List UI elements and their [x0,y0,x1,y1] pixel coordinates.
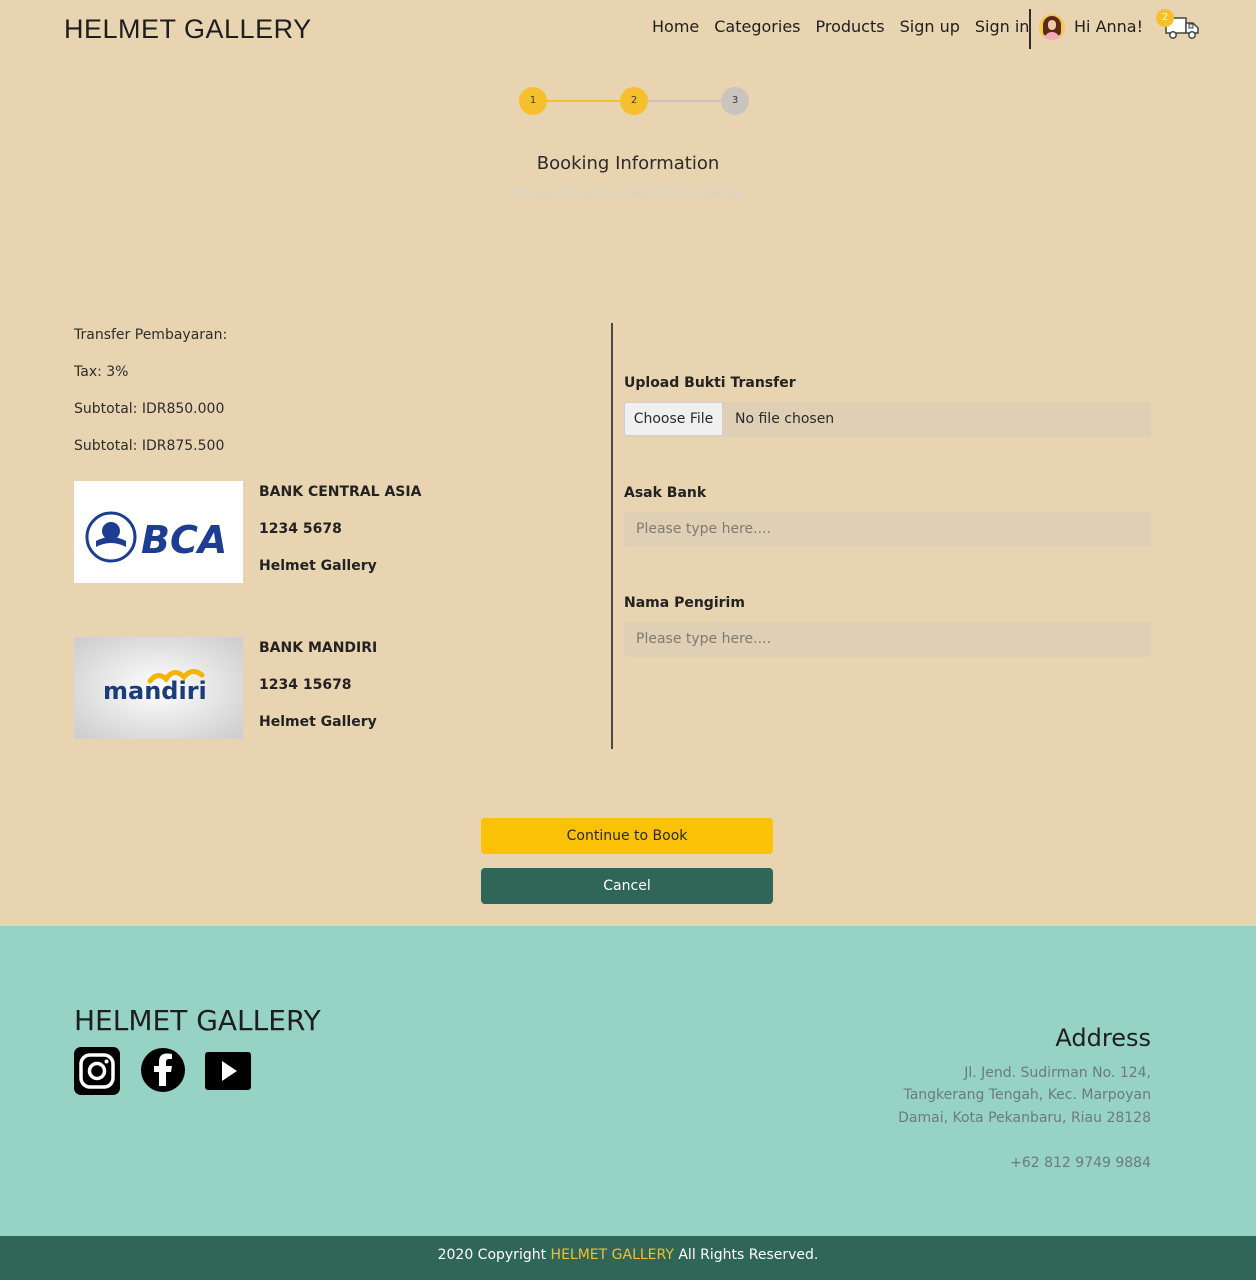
sender-label: Nama Pengirim [624,595,745,611]
copyright-prefix: 2020 Copyright [437,1247,547,1263]
facebook-icon[interactable] [139,1046,187,1094]
footer-brand: HELMET GALLERY [74,1004,321,1037]
subtotal-text: Subtotal: IDR850.000 [74,401,225,417]
tax-text: Tax: 3% [74,364,129,380]
site-brand[interactable]: HELMET GALLERY [64,14,312,45]
step-connector-todo [648,100,722,102]
address-line-2: Tangkerang Tengah, Kec. Marpoyan [903,1087,1151,1103]
nav-home[interactable]: Home [652,17,699,36]
address-line-1: Jl. Jend. Sudirman No. 124, [964,1065,1151,1081]
bank-label: Asak Bank [624,485,707,501]
continue-button[interactable]: Continue to Book [481,818,773,854]
transfer-label: Transfer Pembayaran: [74,327,228,343]
youtube-icon[interactable] [204,1051,252,1091]
step-connector-done [547,100,621,102]
mandiri-account-holder: Helmet Gallery [259,714,377,730]
total-text: Subtotal: IDR875.500 [74,438,225,454]
nav-sign-in[interactable]: Sign in [975,17,1030,36]
address-title: Address [1055,1024,1151,1052]
svg-text:mandiri: mandiri [103,677,207,705]
nav-categories[interactable]: Categories [714,17,800,36]
bank-input[interactable]: Please type here.... [624,512,1151,547]
instagram-icon[interactable] [73,1046,121,1096]
page: HELMET GALLERY Home Categories Products … [0,0,1256,1280]
svg-text:BCA: BCA [141,518,227,562]
cancel-button[interactable]: Cancel [481,868,773,904]
phone-number: +62 812 9749 9884 [1010,1155,1151,1171]
copyright-brand-link[interactable]: HELMET GALLERY [551,1247,674,1263]
bca-bank-name: BANK CENTRAL ASIA [259,484,422,500]
upload-label: Upload Bukti Transfer [624,375,796,391]
mandiri-account-number: 1234 15678 [259,677,352,693]
bca-logo: BCA [74,481,243,583]
user-greeting[interactable]: Hi Anna! [1074,17,1143,36]
nav-divider [1029,9,1031,49]
mandiri-logo: mandiri [74,637,243,739]
cart-count-badge: 2 [1156,9,1174,27]
column-divider [611,323,613,749]
user-avatar[interactable] [1039,14,1065,40]
bca-account-holder: Helmet Gallery [259,558,377,574]
copyright-bar: 2020 Copyright HELMET GALLERY All Rights… [0,1236,1256,1280]
bca-account-number: 1234 5678 [259,521,342,537]
page-title: Booking Information [536,153,720,174]
copyright-suffix: All Rights Reserved. [678,1247,819,1263]
main-nav: Home Categories Products Sign up Sign in [652,17,1029,36]
address-line-3: Damai, Kota Pekanbaru, Riau 28128 [898,1110,1151,1126]
file-status: No file chosen [735,411,835,427]
footer: HELMET GALLERY Address Jl. Jend. Sudirma… [0,926,1256,1236]
step-1: 1 [519,87,547,115]
mandiri-bank-name: BANK MANDIRI [259,640,378,656]
page-subtitle: Please fill up the blank fields below [513,186,743,201]
choose-file-button[interactable]: Choose File [624,402,723,436]
step-3: 3 [721,87,749,115]
nav-products[interactable]: Products [816,17,885,36]
nav-sign-up[interactable]: Sign up [900,17,960,36]
sender-input[interactable]: Please type here.... [624,622,1151,657]
step-2: 2 [620,87,648,115]
